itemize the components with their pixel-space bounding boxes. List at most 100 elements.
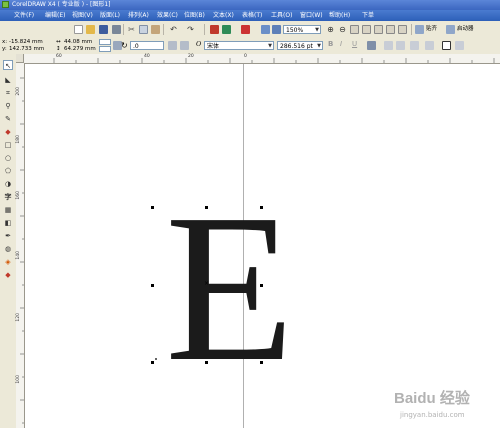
- new-document-icon[interactable]: [74, 25, 83, 34]
- text-align-icon[interactable]: [367, 41, 376, 50]
- rotation-angle-field[interactable]: .0: [130, 41, 164, 50]
- menu-arrange[interactable]: 排列(A): [128, 12, 149, 19]
- snap-label[interactable]: 贴齐: [426, 26, 437, 33]
- menu-help[interactable]: 帮助(H): [329, 12, 350, 19]
- zoom-all-icon[interactable]: [398, 25, 407, 34]
- basic-shapes-tool-icon[interactable]: ◑: [3, 179, 13, 189]
- application-launcher-icon[interactable]: [241, 25, 250, 34]
- table-tool-icon[interactable]: ▦: [3, 205, 13, 215]
- zoom-page-icon[interactable]: [350, 25, 359, 34]
- ruler-label: 0: [244, 54, 247, 59]
- watermark-brand: Baidu 经验: [394, 390, 470, 407]
- menu-layout[interactable]: 版面(L): [100, 12, 120, 19]
- scale-x-field[interactable]: [99, 39, 111, 45]
- vertical-text-icon[interactable]: [455, 41, 464, 50]
- x-position-field[interactable]: -15.824 mm: [9, 39, 43, 46]
- y-position-field[interactable]: 142.733 mm: [9, 46, 44, 53]
- snap-icon[interactable]: [415, 25, 424, 34]
- zoom-height-icon[interactable]: [374, 25, 383, 34]
- underline-icon[interactable]: U: [352, 41, 357, 48]
- menu-window[interactable]: 窗口(W): [300, 12, 323, 19]
- selection-handle-top-right[interactable]: [260, 206, 263, 209]
- import-icon[interactable]: [210, 25, 219, 34]
- zoom-out-icon[interactable]: ⊖: [338, 25, 347, 34]
- font-size-dropdown[interactable]: 286.516 pt ▼: [277, 41, 323, 50]
- paste-icon[interactable]: [151, 25, 160, 34]
- zoom-selected-icon[interactable]: [386, 25, 395, 34]
- horizontal-text-icon[interactable]: [442, 41, 451, 50]
- text-tool-icon[interactable]: 字: [3, 192, 13, 202]
- menu-file[interactable]: 文件(F): [14, 12, 34, 19]
- smart-fill-tool-icon[interactable]: ◆: [3, 127, 13, 137]
- eyedropper-tool-icon[interactable]: ✒: [3, 231, 13, 241]
- edit-text-icon[interactable]: [425, 41, 434, 50]
- height-field[interactable]: 64.279 mm: [64, 46, 96, 53]
- chevron-down-icon: ▼: [268, 43, 272, 49]
- drop-cap-icon[interactable]: [396, 41, 405, 50]
- selection-handle-bottom[interactable]: [205, 361, 208, 364]
- mirror-vertical-icon[interactable]: [180, 41, 189, 50]
- menu-table[interactable]: 表格(T): [242, 12, 262, 19]
- copy-icon[interactable]: [139, 25, 148, 34]
- launcher-label[interactable]: 启动器: [457, 26, 474, 33]
- rectangle-tool-icon[interactable]: □: [3, 140, 13, 150]
- font-name-value: 宋体: [207, 43, 220, 50]
- format-text-icon[interactable]: [410, 41, 419, 50]
- menu-view[interactable]: 视图(V): [72, 12, 93, 19]
- save-icon[interactable]: [99, 25, 108, 34]
- ruler-label: 120: [16, 313, 21, 322]
- interactive-fill-tool-icon[interactable]: ◆: [3, 270, 13, 280]
- horizontal-ruler[interactable]: 60 40 20 0: [16, 54, 500, 64]
- selection-handle-bottom-right[interactable]: [260, 361, 263, 364]
- outline-tool-icon[interactable]: ◍: [3, 244, 13, 254]
- mirror-horizontal-icon[interactable]: [168, 41, 177, 50]
- menu-effects[interactable]: 效果(C): [157, 12, 178, 19]
- crop-tool-icon[interactable]: ⌗: [3, 88, 13, 98]
- vertical-ruler[interactable]: 200 180 160 140 120 100: [16, 63, 25, 428]
- zoom-tool-icon[interactable]: ⚲: [3, 101, 13, 111]
- freehand-tool-icon[interactable]: ✎: [3, 114, 13, 124]
- selection-handle-right[interactable]: [260, 284, 263, 287]
- width-field[interactable]: 44.08 mm: [64, 39, 92, 46]
- selected-text-object[interactable]: E: [165, 182, 295, 394]
- bullet-list-icon[interactable]: [384, 41, 393, 50]
- chevron-down-icon: ▼: [315, 27, 319, 33]
- menu-text[interactable]: 文本(X): [213, 12, 234, 19]
- menu-order[interactable]: 下单: [362, 12, 374, 19]
- shape-tool-icon[interactable]: ◣: [3, 75, 13, 85]
- redo-icon[interactable]: ↷: [186, 25, 195, 34]
- open-folder-icon[interactable]: [86, 25, 95, 34]
- print-icon[interactable]: [112, 25, 121, 34]
- scale-y-field[interactable]: [99, 46, 111, 52]
- menu-edit[interactable]: 编辑(E): [45, 12, 65, 19]
- selection-handle-left[interactable]: [151, 284, 154, 287]
- bold-icon[interactable]: B: [328, 41, 333, 48]
- polygon-tool-icon[interactable]: ⬠: [3, 166, 13, 176]
- undo-icon[interactable]: ↶: [169, 25, 178, 34]
- selection-handle-top-left[interactable]: [151, 206, 154, 209]
- zoom-in-icon[interactable]: ⊕: [326, 25, 335, 34]
- zoom-level-dropdown[interactable]: 150% ▼: [283, 25, 321, 34]
- fill-tool-icon[interactable]: ◈: [3, 257, 13, 267]
- corel-online-icon[interactable]: [272, 25, 281, 34]
- pick-tool-icon[interactable]: ↖: [3, 60, 13, 70]
- menu-bitmaps[interactable]: 位图(B): [184, 12, 205, 19]
- italic-icon[interactable]: I: [340, 41, 342, 48]
- selection-handle-bottom-left[interactable]: [151, 361, 154, 364]
- export-icon[interactable]: [222, 25, 231, 34]
- title-bar: CorelDRAW X4 ( 专业版 ) - [图形1]: [0, 0, 500, 10]
- selection-center-marker[interactable]: ×: [204, 281, 209, 287]
- ruler-corner[interactable]: [16, 54, 24, 63]
- launcher-icon[interactable]: [446, 25, 455, 34]
- selection-handle-top[interactable]: [205, 206, 208, 209]
- text-baseline-node[interactable]: [155, 358, 157, 360]
- menu-tools[interactable]: 工具(O): [271, 12, 292, 19]
- welcome-screen-icon[interactable]: [261, 25, 270, 34]
- interactive-blend-tool-icon[interactable]: ◧: [3, 218, 13, 228]
- font-name-dropdown[interactable]: 宋体 ▼: [204, 41, 274, 50]
- ruler-ticks: [53, 58, 495, 63]
- zoom-width-icon[interactable]: [362, 25, 371, 34]
- toolbar-separator: [204, 24, 205, 35]
- ellipse-tool-icon[interactable]: ○: [3, 153, 13, 163]
- cut-icon[interactable]: ✂: [127, 25, 136, 34]
